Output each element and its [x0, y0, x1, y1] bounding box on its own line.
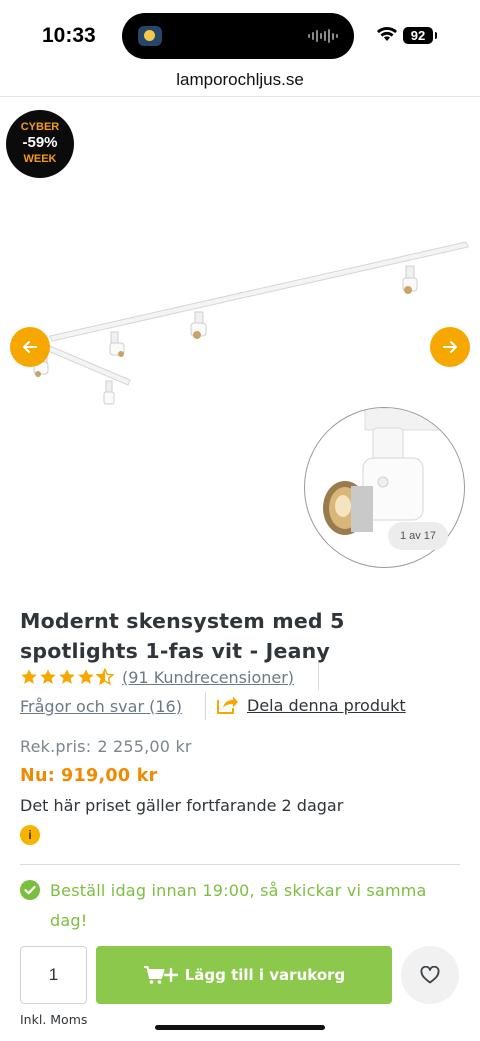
battery-indicator: 92: [403, 27, 437, 44]
address-bar[interactable]: lamporochljus.se: [0, 66, 480, 97]
rating-divider: [318, 662, 319, 690]
cyber-week-badge: CYBER -59% WEEK: [6, 110, 74, 178]
check-circle-icon: [20, 880, 40, 900]
vat-note: Inkl. Moms: [20, 1012, 88, 1027]
star-icon: [78, 669, 94, 684]
rek-price-label: Rek.pris:: [20, 737, 92, 756]
product-gallery[interactable]: CYBER -59% WEEK 1 av 17: [0, 98, 480, 588]
price-validity-note: Det här priset gäller fortfarande 2 daga…: [20, 796, 344, 815]
star-rating: [20, 668, 114, 686]
arrow-left-icon: [23, 341, 37, 353]
heart-icon: [420, 966, 440, 984]
product-image[interactable]: [0, 228, 480, 418]
rek-price-value: 2 255,00 kr: [97, 737, 192, 756]
gallery-next-button[interactable]: [430, 327, 470, 367]
recommended-price: Rek.pris: 2 255,00 kr: [20, 734, 192, 760]
now-playing-app-icon: [138, 26, 162, 46]
reviews-link[interactable]: (91 Kundrecensioner): [122, 668, 294, 687]
status-bar: 10:33 92: [0, 0, 480, 70]
status-time: 10:33: [42, 24, 96, 47]
wishlist-button[interactable]: [401, 946, 459, 1004]
star-icon: [59, 669, 75, 684]
dynamic-island: [122, 13, 354, 59]
image-counter: 1 av 17: [388, 522, 448, 550]
add-to-cart-label: Lägg till i varukorg: [184, 966, 346, 984]
current-price: Nu: 919,00 kr: [20, 762, 158, 790]
badge-discount: -59%: [22, 134, 58, 151]
now-price-value: 919,00 kr: [61, 766, 158, 786]
now-price-label: Nu:: [20, 766, 56, 786]
add-to-cart-button[interactable]: Lägg till i varukorg: [96, 946, 392, 1004]
wifi-icon: [377, 27, 397, 41]
quantity-input[interactable]: 1: [20, 946, 87, 1004]
badge-top-text: CYBER: [20, 121, 60, 133]
home-indicator[interactable]: [155, 1025, 325, 1030]
gallery-prev-button[interactable]: [10, 327, 50, 367]
arrow-right-icon: [443, 341, 457, 353]
share-product-link[interactable]: Dela denna produkt: [247, 693, 406, 719]
half-star-icon: [96, 668, 114, 686]
info-icon[interactable]: i: [20, 825, 40, 845]
section-divider: [20, 864, 460, 865]
qa-row: Frågor och svar (16): [20, 693, 182, 719]
product-title: Modernt skensystem med 5 spotlights 1-fa…: [20, 609, 345, 663]
qa-divider: [205, 692, 206, 720]
star-icon: [40, 669, 56, 684]
badge-bottom-text: WEEK: [23, 153, 57, 165]
cart-add-icon: [143, 966, 178, 984]
rating-row: (91 Kundrecensioner): [20, 664, 294, 690]
audio-waveform-icon: [308, 28, 338, 44]
share-icon[interactable]: [215, 694, 239, 716]
questions-answers-link[interactable]: Frågor och svar (16): [20, 697, 182, 716]
delivery-message: Beställ idag innan 19:00, så skickar vi …: [50, 881, 427, 930]
star-icon: [21, 669, 37, 684]
